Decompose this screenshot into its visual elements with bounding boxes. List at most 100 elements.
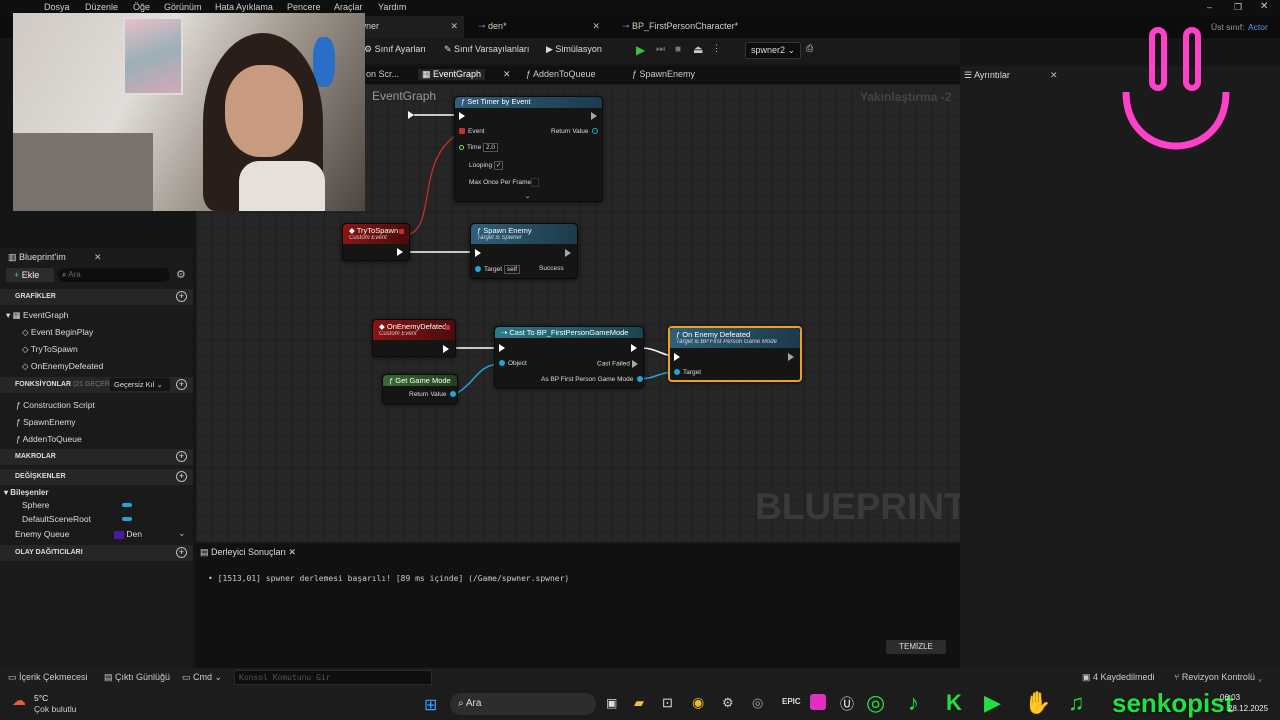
exec-out-pin[interactable]: [565, 249, 571, 257]
exec-in-pin[interactable]: [499, 344, 505, 352]
tab-addentoqueue[interactable]: ƒ AddenToQueue: [526, 69, 596, 79]
unreal-engine-icon[interactable]: Ⓤ: [840, 694, 854, 714]
add-button[interactable]: + Ekle: [6, 268, 54, 282]
tree-addentoqueue[interactable]: ƒ AddenToQueue: [16, 434, 82, 444]
tree-construction-script[interactable]: ƒ Construction Script: [16, 400, 95, 410]
stop-icon[interactable]: ■: [675, 44, 681, 55]
windows-start-icon[interactable]: ⊞: [424, 695, 437, 715]
node-cast-to-bp-firstpersongamemode[interactable]: ⇢ Cast To BP_FirstPersonGameMode Object …: [494, 326, 644, 388]
compiler-tab[interactable]: ▤ Derleyici Sonuçları ✕: [200, 547, 296, 558]
exec-out-pin[interactable]: [788, 353, 794, 361]
file-explorer-icon[interactable]: ▰: [634, 695, 644, 711]
close-window-icon[interactable]: ✕: [1260, 1, 1268, 12]
time-pin[interactable]: Time 2.0: [459, 143, 499, 152]
parent-class-link[interactable]: Actor: [1248, 22, 1268, 32]
tab-bp-firstpersoncharacter[interactable]: ⊸ BP_FirstPersonCharacter*: [612, 16, 782, 38]
find-in-blueprint-icon[interactable]: ⎙: [806, 43, 813, 54]
app-icon[interactable]: ⚙: [722, 695, 734, 711]
taskbar-search[interactable]: ⌕ Ara: [450, 693, 596, 715]
play-icon[interactable]: ▶: [636, 43, 645, 57]
add-dispatcher-icon[interactable]: +: [176, 547, 187, 558]
event-pin[interactable]: Event: [459, 128, 485, 135]
menu-help[interactable]: Yardım: [378, 2, 406, 12]
revision-control-button[interactable]: ⑂ Revizyon Kontrolü ⌄: [1174, 672, 1263, 682]
delegate-pin[interactable]: [399, 228, 407, 235]
add-variable-icon[interactable]: +: [176, 471, 187, 482]
tree-components[interactable]: ▾ Bileşenler: [4, 488, 49, 497]
epic-games-icon[interactable]: EPIC: [782, 697, 801, 706]
graphs-section[interactable]: GRAFİKLER +: [0, 289, 193, 305]
class-settings-button[interactable]: ⚙ Sınıf Ayarları: [364, 44, 426, 55]
target-pin[interactable]: Target: [674, 369, 701, 376]
exec-in-pin[interactable]: [674, 353, 680, 361]
clear-button[interactable]: TEMİZLE: [886, 640, 946, 654]
output-log-button[interactable]: ▤ Çıktı Günlüğü: [104, 672, 170, 683]
exec-out-pin[interactable]: [397, 248, 403, 256]
exec-out-pin[interactable]: [631, 344, 637, 352]
node-spawn-enemy[interactable]: ƒ Spawn Enemy Target is Spwner Target sel…: [470, 223, 578, 279]
delegate-pin[interactable]: [445, 324, 453, 331]
exec-in-pin[interactable]: [459, 112, 465, 120]
close-panel-icon[interactable]: ✕: [1050, 70, 1058, 81]
expand-node-icon[interactable]: ⌄: [525, 192, 530, 200]
menu-file[interactable]: Dosya: [44, 2, 70, 12]
macros-section[interactable]: MAKROLAR +: [0, 449, 193, 465]
looping-checkbox[interactable]: ✓: [493, 161, 504, 170]
menu-debug[interactable]: Hata Ayıklama: [215, 2, 273, 12]
success-pin[interactable]: Success: [539, 265, 564, 272]
settings-icon[interactable]: ⚙: [176, 268, 186, 281]
simulation-button[interactable]: ▶ Simülasyon: [546, 44, 602, 55]
chevron-down-icon[interactable]: ⌄: [178, 528, 186, 539]
tab-spawnenemy[interactable]: ƒ SpawnEnemy: [632, 69, 695, 79]
close-tab-icon[interactable]: ✕: [450, 21, 458, 32]
search-input[interactable]: ⌕ Ara: [58, 268, 170, 282]
unsaved-button[interactable]: ▣ 4 Kaydedilmedi: [1082, 672, 1155, 683]
steam-icon[interactable]: ◎: [752, 695, 763, 711]
return-value-pin[interactable]: Return Value: [551, 128, 599, 135]
tree-event-beginplay[interactable]: ◇ Event BeginPlay: [22, 327, 93, 338]
looping-pin[interactable]: Looping ✓: [469, 161, 504, 170]
menu-edit[interactable]: Düzenle: [85, 2, 118, 12]
functions-section[interactable]: FONKSİYONLAR (21 GEÇERSİZ Geçersiz Kıl ⌄ +: [0, 377, 193, 393]
tree-spawnenemy[interactable]: ƒ SpawnEnemy: [16, 417, 76, 427]
maximize-icon[interactable]: ❐: [1234, 2, 1242, 13]
exec-out-pin[interactable]: [591, 112, 597, 120]
tab-eventgraph[interactable]: ▦ EventGraph: [418, 69, 486, 80]
exec-out-pin[interactable]: [443, 345, 449, 353]
target-pin[interactable]: Target self: [475, 265, 521, 274]
step-icon[interactable]: ⏭: [656, 44, 665, 55]
store-icon[interactable]: ⊡: [662, 695, 673, 711]
tree-trytospawn[interactable]: ◇ TryToSpawn: [22, 344, 78, 355]
menu-tools[interactable]: Araçlar: [334, 2, 363, 12]
node-get-game-mode[interactable]: ƒ Get Game Mode Return Value: [382, 374, 458, 404]
menu-asset[interactable]: Öğe: [133, 2, 150, 12]
node-set-timer-by-event[interactable]: ƒ Set Timer by Event Event Return Value …: [454, 96, 603, 202]
content-drawer-button[interactable]: ▭ İçerik Çekmecesi: [8, 672, 88, 683]
close-tab-icon[interactable]: ✕: [503, 69, 511, 80]
class-defaults-button[interactable]: ✎ Sınıf Varsayılanları: [444, 44, 529, 55]
close-panel-icon[interactable]: ✕: [94, 252, 102, 263]
details-tab[interactable]: ☰ Ayrıntılar: [964, 70, 1010, 81]
max-once-pin[interactable]: Max Once Per Frame: [469, 178, 540, 187]
debug-object-select[interactable]: spwner2 ⌄: [745, 42, 802, 59]
as-bp-first-person-game-mode-pin[interactable]: As BP First Person Game Mode: [541, 376, 644, 383]
tree-eventgraph[interactable]: ▾ ▦ EventGraph: [6, 310, 68, 321]
tab-construction-script[interactable]: on Scr...: [366, 69, 399, 79]
app-pink-icon[interactable]: [810, 694, 826, 710]
add-function-icon[interactable]: +: [176, 379, 187, 390]
enemy-queue-type[interactable]: Den: [114, 529, 142, 539]
variables-section[interactable]: DEĞİŞKENLER +: [0, 469, 193, 485]
eject-icon[interactable]: ⏏: [693, 43, 703, 56]
cmd-dropdown[interactable]: ▭ Cmd ⌄: [182, 672, 222, 683]
minimize-icon[interactable]: ‒: [1207, 2, 1212, 12]
close-tab-icon[interactable]: ✕: [592, 21, 600, 32]
object-pin[interactable]: Object: [499, 360, 527, 367]
add-macro-icon[interactable]: +: [176, 451, 187, 462]
node-on-enemy-defated[interactable]: ◆ OnEnemyDefated Custom Event: [372, 319, 456, 357]
menu-window[interactable]: Pencere: [287, 2, 321, 12]
tree-enemy-queue[interactable]: Enemy Queue: [15, 529, 69, 539]
exec-out-pin[interactable]: [408, 111, 414, 119]
node-on-enemy-defeated[interactable]: ƒ On Enemy Defeated Target is BP First Pe…: [668, 326, 802, 382]
console-input[interactable]: Konsol Komutunu Gir: [234, 670, 432, 685]
task-view-icon[interactable]: ▣: [606, 696, 617, 710]
